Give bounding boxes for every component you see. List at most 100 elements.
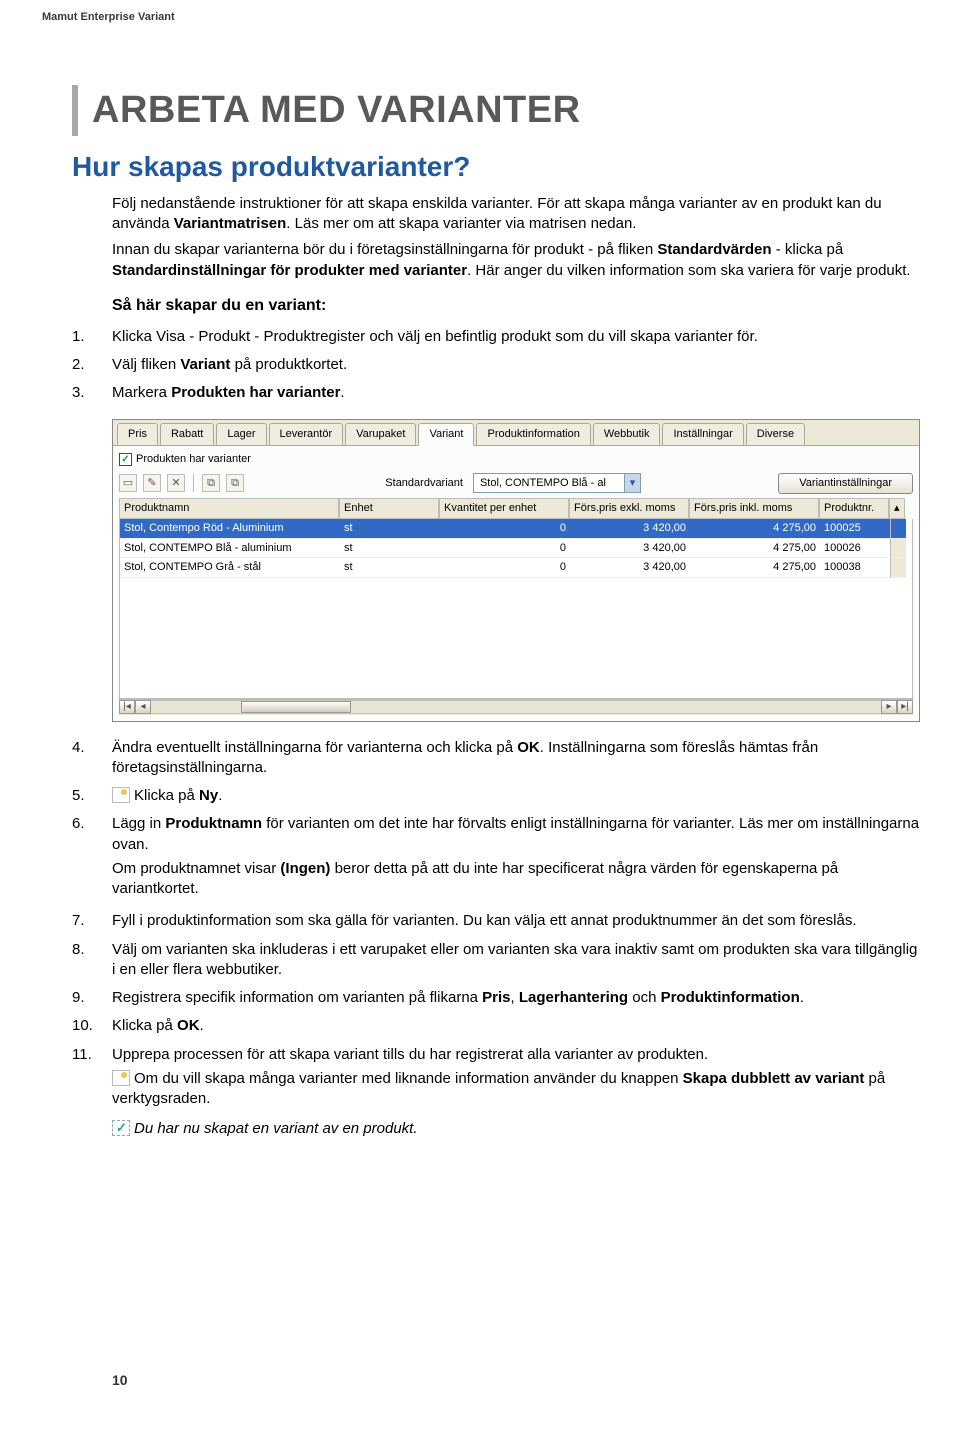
separator: [193, 474, 194, 492]
step-number: 10.: [72, 1016, 112, 1036]
copy-icon[interactable]: ⧉: [202, 474, 220, 492]
step-text: Om du vill skapa många varianter med lik…: [134, 1070, 683, 1087]
nav-first-icon[interactable]: |◂: [119, 700, 135, 714]
cell: st: [340, 539, 440, 559]
step-item: 3. Markera Produkten har varianter.: [72, 383, 920, 403]
variant-settings-button[interactable]: Variantinställningar: [778, 473, 913, 494]
cell: 0: [440, 519, 570, 539]
step-bold: Produkten har varianter: [171, 384, 340, 401]
tab-produktinformation[interactable]: Produktinformation: [476, 423, 590, 445]
scroll-track[interactable]: [151, 700, 881, 714]
variant-panel: PrisRabattLagerLeverantörVarupaketVarian…: [112, 419, 920, 721]
grid-header: Produktnamn Enhet Kvantitet per enhet Fö…: [119, 498, 913, 519]
cell: Stol, Contempo Röd - Aluminium: [120, 519, 340, 539]
step-item: 7. Fyll i produktinformation som ska gäl…: [72, 911, 920, 931]
new-icon[interactable]: ▭: [119, 474, 137, 492]
edit-icon[interactable]: ✎: [143, 474, 161, 492]
duplicate-icon[interactable]: ⧉: [226, 474, 244, 492]
steps-list-bottom: 4. Ändra eventuellt inställningarna för …: [72, 738, 920, 1144]
tab-varupaket[interactable]: Varupaket: [345, 423, 416, 445]
nav-last-icon[interactable]: ▸|: [897, 700, 913, 714]
step-item: 8. Välj om varianten ska inkluderas i et…: [72, 940, 920, 981]
tab-pris[interactable]: Pris: [117, 423, 158, 445]
step-text: Fyll i produktinformation som ska gälla …: [112, 911, 920, 931]
step-text: .: [340, 384, 344, 401]
scroll-thumb[interactable]: [241, 701, 351, 713]
step-text: Lägg in: [112, 815, 165, 832]
step-item: 9. Registrera specifik information om va…: [72, 988, 920, 1008]
table-row[interactable]: Stol, CONTEMPO Blå - aluminiumst03 420,0…: [120, 539, 912, 559]
step-text: .: [200, 1017, 204, 1034]
step-bold: (Ingen): [280, 860, 330, 877]
tab-bar: PrisRabattLagerLeverantörVarupaketVarian…: [113, 420, 919, 446]
panel-body: ✓ Produkten har varianter ▭ ✎ ✕ ⧉ ⧉ Stan…: [113, 446, 919, 721]
step-bold: Produktinformation: [661, 989, 800, 1006]
col-header[interactable]: Enhet: [339, 498, 439, 519]
col-header[interactable]: Kvantitet per enhet: [439, 498, 569, 519]
cell: st: [340, 558, 440, 578]
step-bold: Produktnamn: [165, 815, 262, 832]
cell: 3 420,00: [570, 558, 690, 578]
intro-text: Innan du skapar varianterna bör du i för…: [112, 241, 657, 258]
tab-leverantör[interactable]: Leverantör: [269, 423, 344, 445]
step-item: 5. Klicka på Ny.: [72, 786, 920, 806]
cell: 4 275,00: [690, 558, 820, 578]
cell: 3 420,00: [570, 539, 690, 559]
tab-inställningar[interactable]: Inställningar: [662, 423, 743, 445]
chevron-down-icon[interactable]: ▾: [624, 474, 640, 492]
step-number: 4.: [72, 738, 112, 779]
cell: 100025: [820, 519, 890, 539]
cell: [890, 558, 906, 578]
table-row[interactable]: Stol, Contempo Röd - Aluminiumst03 420,0…: [120, 519, 912, 539]
col-header[interactable]: Produktnr.: [819, 498, 889, 519]
page-title: ARBETA MED VARIANTER: [92, 85, 920, 136]
grid-body: Stol, Contempo Röd - Aluminiumst03 420,0…: [119, 519, 913, 699]
step-item: 6. Lägg in Produktnamn för varianten om …: [72, 814, 920, 903]
step-item: 1. Klicka Visa - Produkt - Produktregist…: [72, 327, 920, 347]
tab-variant[interactable]: Variant: [418, 423, 474, 446]
step-text: Välj fliken: [112, 356, 180, 373]
cell: 100038: [820, 558, 890, 578]
step-item: 10. Klicka på OK.: [72, 1016, 920, 1036]
step-text: Klicka på: [112, 1017, 177, 1034]
step-text: Upprepa processen för att skapa variant …: [112, 1045, 920, 1065]
nav-prev-icon[interactable]: ◂: [135, 700, 151, 714]
col-header[interactable]: Förs.pris inkl. moms: [689, 498, 819, 519]
step-item: 11. Upprepa processen för att skapa vari…: [72, 1045, 920, 1144]
std-variant-label: Standardvariant: [385, 476, 463, 491]
cell: Stol, CONTEMPO Blå - aluminium: [120, 539, 340, 559]
tab-lager[interactable]: Lager: [216, 423, 266, 445]
table-row[interactable]: Stol, CONTEMPO Grå - stålst03 420,004 27…: [120, 558, 912, 578]
subheading: Så här skapar du en variant:: [112, 295, 920, 317]
toolbar: ▭ ✎ ✕ ⧉ ⧉ Standardvariant Stol, CONTEMPO…: [119, 473, 913, 494]
std-variant-combo[interactable]: Stol, CONTEMPO Blå - al ▾: [473, 473, 641, 493]
scroll-up-icon[interactable]: ▴: [889, 498, 905, 519]
tab-diverse[interactable]: Diverse: [746, 423, 805, 445]
intro-bold: Standardinställningar för produkter med …: [112, 262, 467, 279]
checkmark-icon: [112, 1120, 130, 1136]
step-number: 3.: [72, 383, 112, 403]
step-number: 6.: [72, 814, 112, 903]
step-text: och: [628, 989, 661, 1006]
col-header[interactable]: Produktnamn: [119, 498, 339, 519]
cell: 4 275,00: [690, 519, 820, 539]
h-scrollbar[interactable]: |◂ ◂ ▸ ▸|: [119, 699, 913, 715]
step-number: 2.: [72, 355, 112, 375]
step-item: 4. Ändra eventuellt inställningarna för …: [72, 738, 920, 779]
steps-list-top: 1. Klicka Visa - Produkt - Produktregist…: [72, 327, 920, 404]
step-bold: Skapa dubblett av variant: [683, 1070, 865, 1087]
step-number: 5.: [72, 786, 112, 806]
delete-icon[interactable]: ✕: [167, 474, 185, 492]
tab-webbutik[interactable]: Webbutik: [593, 423, 661, 445]
tab-rabatt[interactable]: Rabatt: [160, 423, 214, 445]
checkbox-has-variants[interactable]: ✓: [119, 453, 132, 466]
col-header[interactable]: Förs.pris exkl. moms: [569, 498, 689, 519]
step-number: 7.: [72, 911, 112, 931]
done-text: Du har nu skapat en variant av en produk…: [134, 1120, 418, 1137]
step-text: Välj om varianten ska inkluderas i ett v…: [112, 940, 920, 981]
step-bold: Pris: [482, 989, 510, 1006]
intro-bold: Variantmatrisen: [174, 215, 287, 232]
nav-next-icon[interactable]: ▸: [881, 700, 897, 714]
step-number: 8.: [72, 940, 112, 981]
step-text: Klicka Visa - Produkt - Produktregister …: [112, 327, 920, 347]
